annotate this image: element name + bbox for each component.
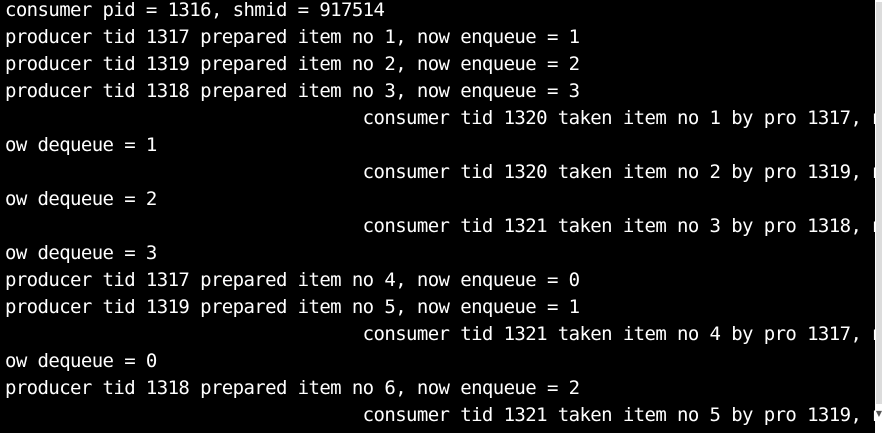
terminal-line: producer tid 1318 prepared item no 6, no… — [5, 377, 580, 399]
terminal-line: ow dequeue = 0 — [5, 350, 157, 372]
down-arrow-icon[interactable]: ▼ — [875, 409, 883, 419]
vertical-scrollbar[interactable]: ▼ — [875, 0, 883, 433]
terminal-line: consumer tid 1320 taken item no 1 by pro… — [5, 107, 875, 129]
terminal-line: producer tid 1317 prepared item no 1, no… — [5, 26, 580, 48]
scrollbar-thumb[interactable] — [876, 2, 882, 404]
terminal-line: producer tid 1319 prepared item no 5, no… — [5, 296, 580, 318]
terminal-line: ow dequeue = 3 — [5, 242, 157, 264]
terminal-output[interactable]: consumer pid = 1316, shmid = 917514 prod… — [0, 0, 875, 433]
terminal-line: ow dequeue = 1 — [5, 134, 157, 156]
terminal-line: producer tid 1318 prepared item no 3, no… — [5, 80, 580, 102]
terminal-line: consumer tid 1321 taken item no 5 by pro… — [5, 404, 875, 426]
terminal-line: ow dequeue = 2 — [5, 188, 157, 210]
terminal-line: consumer tid 1321 taken item no 3 by pro… — [5, 215, 875, 237]
terminal-line: consumer tid 1320 taken item no 2 by pro… — [5, 161, 875, 183]
terminal-line: consumer pid = 1316, shmid = 917514 — [5, 0, 385, 21]
terminal-line: producer tid 1319 prepared item no 2, no… — [5, 53, 580, 75]
terminal-line: consumer tid 1321 taken item no 4 by pro… — [5, 323, 875, 345]
terminal-line: producer tid 1317 prepared item no 4, no… — [5, 269, 580, 291]
